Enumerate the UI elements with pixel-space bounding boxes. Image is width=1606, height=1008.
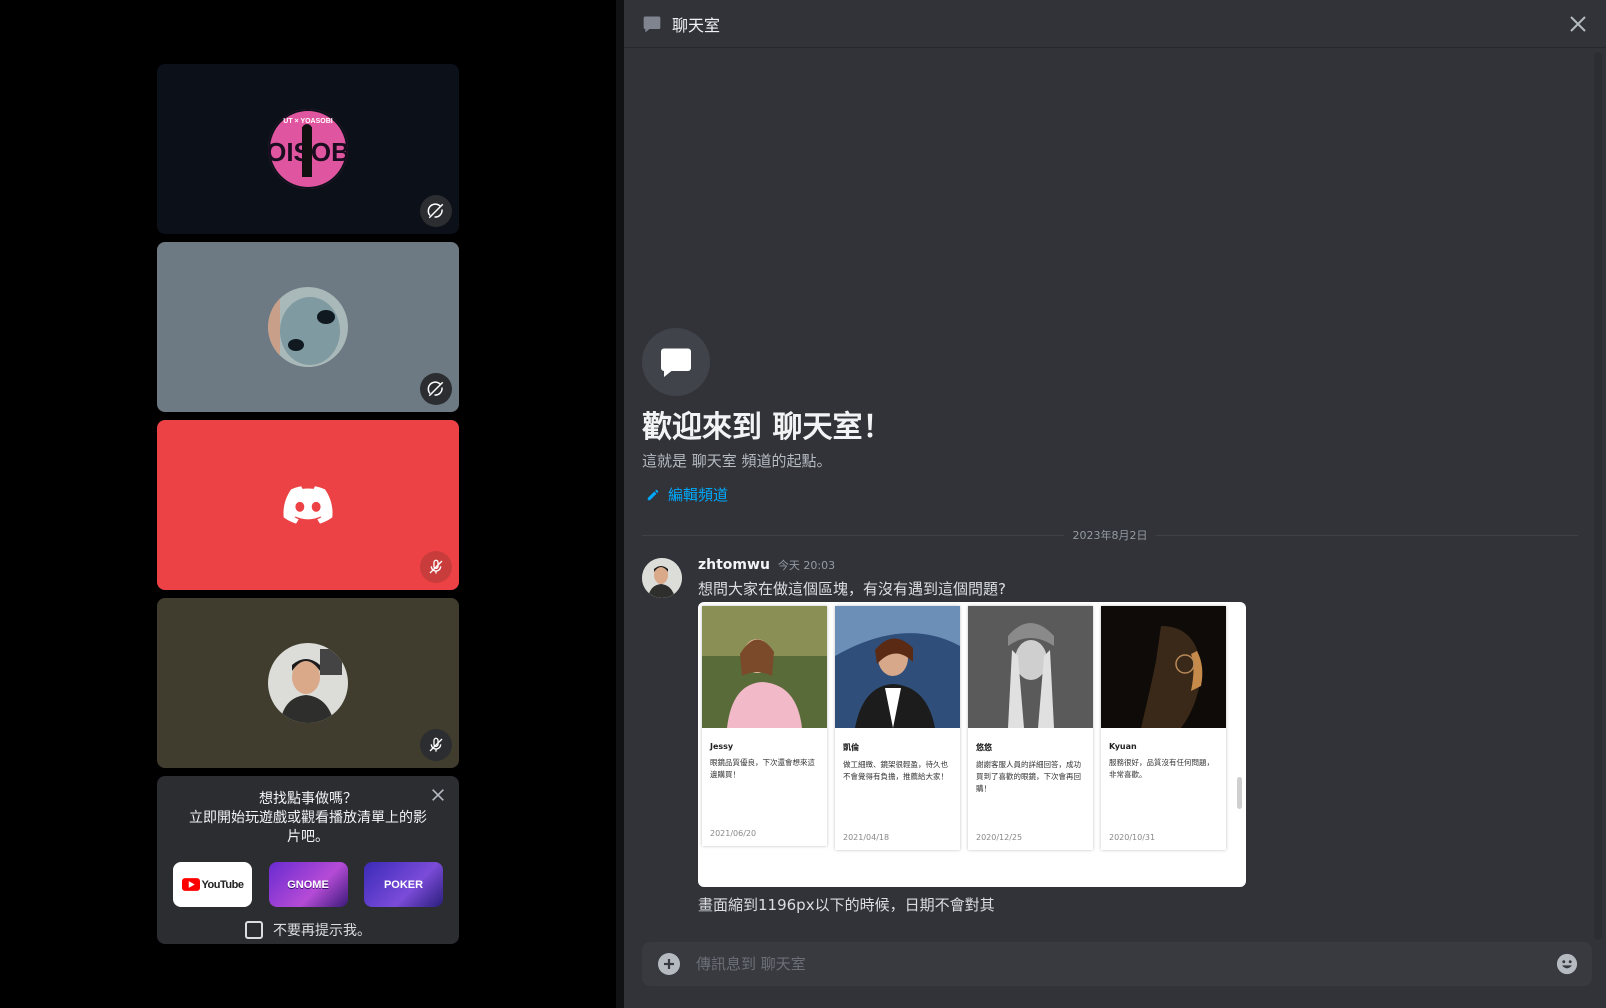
poker-label: POKER (383, 878, 424, 891)
user-tile-4[interactable] (157, 598, 459, 768)
review-text: 做工細緻、鏡架很輕盈，待久也不會覺得有負擔，推薦給大家！ (843, 760, 948, 781)
chat-panel: 聊天室 歡迎來到 聊天室！ 這就是 聊天室 頻道的起點。 編輯頻道 2023年8… (624, 0, 1606, 1008)
dont-show-checkbox[interactable] (245, 921, 263, 939)
message-text-2: 畫面縮到1196px以下的時候，日期不會對其 (698, 896, 995, 914)
edit-channel-label: 編輯頻道 (668, 486, 729, 504)
chat-title: 聊天室 (672, 15, 721, 35)
message-text: 想問大家在做這個區塊，有沒有遇到這個問題? (698, 580, 1006, 598)
user-tile-1[interactable]: UT × YOASOBI OISOB (157, 64, 459, 234)
activity-line-2: 立即開始玩遊戲或觀看播放清單上的影 (189, 810, 427, 826)
review-name: 悠悠 (976, 743, 992, 752)
image-attachment[interactable]: Jessy 眼鏡品質優良，下次還會想來這邊購買！ 2021/06/20 凱倫 做… (698, 602, 1246, 887)
review-card: 凱倫 做工細緻、鏡架很輕盈，待久也不會覺得有負擔，推薦給大家！ 2021/04/… (835, 606, 960, 850)
review-name: Kyuan (1109, 742, 1137, 751)
review-date: 2021/06/20 (710, 829, 757, 838)
avatar[interactable] (642, 558, 682, 598)
review-name: Jessy (710, 742, 734, 751)
add-attachment-icon[interactable] (658, 953, 680, 975)
panel-divider (616, 0, 624, 1008)
review-card: Jessy 眼鏡品質優良，下次還會想來這邊購買！ 2021/06/20 (702, 606, 827, 846)
welcome-title: 歡迎來到 聊天室！ (642, 410, 893, 445)
poker-app-button[interactable]: POKER (364, 862, 443, 907)
pencil-icon (647, 489, 659, 500)
activity-message: 想找點事做嗎？ 立即開始玩遊戲或觀看播放清單上的影 片吧。 (177, 790, 439, 847)
review-date: 2020/12/25 (976, 833, 1023, 842)
avatar (268, 287, 348, 367)
review-card: 悠悠 謝謝客服人員的詳細回答，成功買到了喜歡的眼鏡，下次會再回購！ 2020/1… (968, 606, 1093, 850)
gnome-label: GNOME (287, 878, 329, 891)
review-photo (968, 606, 1093, 728)
review-photo (835, 606, 960, 728)
avatar: UT × YOASOBI OISOB (268, 109, 348, 189)
emoji-icon[interactable] (1556, 953, 1578, 975)
chat-scrollbar[interactable] (1594, 52, 1602, 940)
screen-off-icon (420, 195, 452, 227)
review-text: 眼鏡品質優良，下次還會想來這邊購買！ (710, 758, 815, 779)
close-chat-icon[interactable] (1566, 12, 1590, 36)
message-composer (642, 942, 1592, 986)
channel-chat-icon (642, 328, 710, 396)
review-photo (1101, 606, 1226, 728)
message-timestamp: 今天 20:03 (777, 559, 836, 572)
chat-bubble-icon (643, 16, 661, 32)
review-date: 2021/04/18 (843, 833, 890, 842)
muted-mic-icon (420, 551, 452, 583)
youtube-app-button[interactable]: YouTube (173, 862, 252, 907)
edit-channel-link[interactable]: 編輯頻道 (646, 484, 728, 505)
video-stage: UT × YOASOBI OISOB (0, 0, 616, 1008)
screen-off-icon (420, 373, 452, 405)
activity-line-1: 想找點事做嗎？ (259, 791, 357, 807)
message-input[interactable] (696, 942, 1476, 986)
message-header: zhtomwu 今天 20:03 (698, 557, 835, 573)
avatar-caption: UT × YOASOBI (283, 118, 333, 125)
muted-mic-icon (420, 729, 452, 761)
welcome-subtitle: 這就是 聊天室 頻道的起點。 (642, 452, 832, 470)
user-tile-3[interactable] (157, 420, 459, 590)
attachment-scrollbar (1237, 777, 1242, 809)
activity-line-3: 片吧。 (287, 829, 329, 845)
review-card: Kyuan 服務很好，品質沒有任何問題，非常喜歡。 2020/10/31 (1101, 606, 1226, 850)
message-username[interactable]: zhtomwu (698, 557, 770, 573)
date-divider: 2023年8月2日 (642, 527, 1578, 543)
gnome-app-button[interactable]: GNOME (268, 862, 348, 907)
review-text: 謝謝客服人員的詳細回答，成功買到了喜歡的眼鏡，下次會再回購！ (976, 760, 1081, 793)
review-photo (702, 606, 827, 728)
review-name: 凱倫 (843, 743, 859, 752)
date-divider-label: 2023年8月2日 (1064, 527, 1156, 543)
avatar (268, 643, 348, 723)
discord-logo-icon (268, 465, 348, 545)
activity-apps: YouTube GNOME POKER (173, 862, 443, 907)
review-text: 服務很好，品質沒有任何問題，非常喜歡。 (1109, 758, 1214, 779)
user-tile-2[interactable] (157, 242, 459, 412)
youtube-label: YouTube (201, 878, 244, 891)
dont-show-label: 不要再提示我。 (273, 923, 371, 939)
activity-prompt: 想找點事做嗎？ 立即開始玩遊戲或觀看播放清單上的影 片吧。 YouTube GN… (157, 776, 459, 944)
chat-header: 聊天室 (624, 0, 1606, 48)
review-date: 2020/10/31 (1109, 833, 1156, 842)
dont-show-again[interactable]: 不要再提示我。 (157, 920, 459, 940)
